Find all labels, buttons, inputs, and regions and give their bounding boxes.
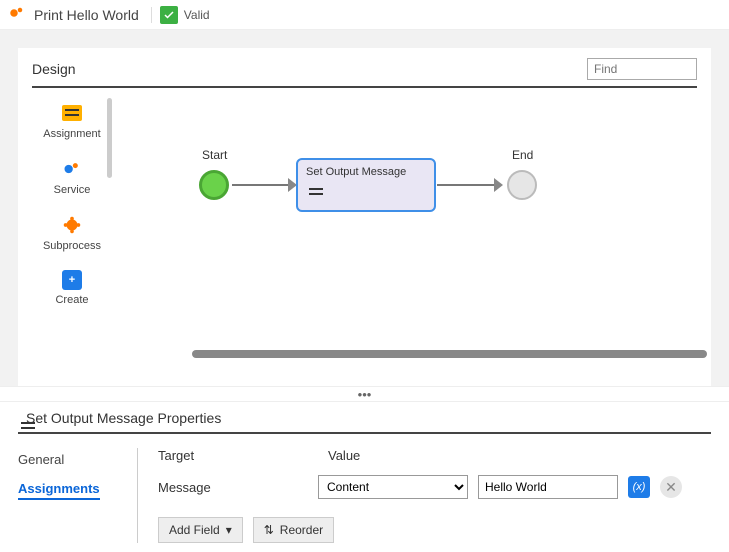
palette-label: Subprocess xyxy=(43,240,101,252)
design-panel: Design Assignment Service xyxy=(18,48,711,386)
connector xyxy=(232,184,292,186)
subprocess-icon xyxy=(61,214,83,236)
value-type-select[interactable]: Content xyxy=(318,475,468,499)
page-title: Print Hello World xyxy=(34,7,152,23)
design-area: Design Assignment Service xyxy=(0,30,729,386)
valid-label: Valid xyxy=(184,8,210,22)
add-field-button[interactable]: Add Field ▾ xyxy=(158,517,243,543)
reorder-label: Reorder xyxy=(280,523,323,537)
palette-label: Service xyxy=(54,184,91,196)
end-node-label: End xyxy=(512,148,533,162)
task-node-set-output-message[interactable]: Set Output Message xyxy=(296,158,436,212)
assignments-form: Target Value Message Content (x) ✕ Add F… xyxy=(138,448,711,543)
gear-icon xyxy=(61,158,83,180)
app-gear-icon xyxy=(8,4,26,25)
tab-general[interactable]: General xyxy=(18,452,137,467)
properties-tabs: General Assignments xyxy=(18,448,138,543)
target-label: Message xyxy=(158,480,308,495)
palette-label: Create xyxy=(55,294,88,306)
palette-label: Assignment xyxy=(43,128,100,140)
design-title: Design xyxy=(32,61,76,77)
expression-button[interactable]: (x) xyxy=(628,476,650,498)
tab-assignments[interactable]: Assignments xyxy=(18,481,100,500)
start-node-label: Start xyxy=(202,148,227,162)
reorder-button[interactable]: ⇅ Reorder xyxy=(253,517,334,543)
palette: Assignment Service Subprocess + Crea xyxy=(32,88,112,358)
arrow-icon xyxy=(494,178,503,192)
delete-row-button[interactable]: ✕ xyxy=(660,476,682,498)
properties-title: Set Output Message Properties xyxy=(26,410,221,426)
connector xyxy=(437,184,497,186)
find-input[interactable] xyxy=(587,58,697,80)
properties-panel: Set Output Message Properties General As… xyxy=(0,402,729,552)
add-field-label: Add Field xyxy=(169,523,220,537)
check-icon xyxy=(160,6,178,24)
column-header-target: Target xyxy=(158,448,308,463)
flow-canvas[interactable]: Start Set Output Message End xyxy=(112,88,697,358)
chevron-down-icon: ▾ xyxy=(226,523,232,537)
value-input[interactable] xyxy=(478,475,618,499)
start-node[interactable] xyxy=(199,170,229,200)
palette-item-assignment[interactable]: Assignment xyxy=(43,102,100,140)
reorder-icon: ⇅ xyxy=(264,523,274,537)
palette-item-subprocess[interactable]: Subprocess xyxy=(43,214,101,252)
palette-item-create[interactable]: + Create xyxy=(55,270,88,306)
panel-splitter[interactable]: ••• xyxy=(0,386,729,402)
plus-icon: + xyxy=(62,270,82,290)
end-node[interactable] xyxy=(507,170,537,200)
assignment-icon xyxy=(61,102,83,124)
palette-item-service[interactable]: Service xyxy=(54,158,91,196)
task-node-title: Set Output Message xyxy=(306,166,426,178)
validation-status: Valid xyxy=(160,6,210,24)
assignment-row: Message Content (x) ✕ xyxy=(158,475,711,499)
header: Print Hello World Valid xyxy=(0,0,729,30)
canvas-scrollbar[interactable] xyxy=(192,350,707,358)
column-header-value: Value xyxy=(328,448,360,463)
